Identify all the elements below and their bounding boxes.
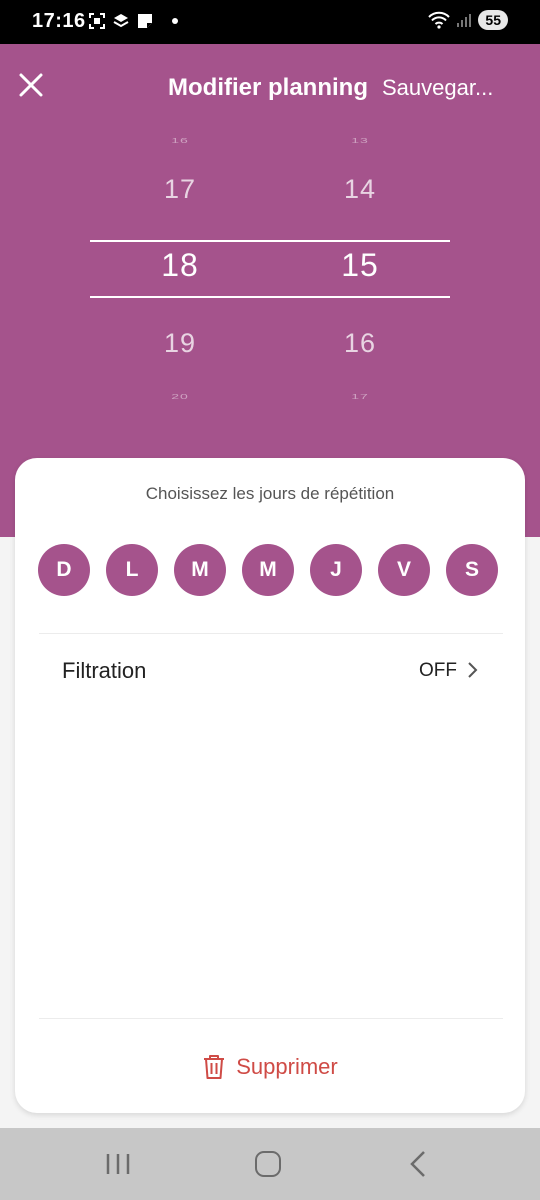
chevron-right-icon xyxy=(468,662,478,678)
navigation-bar xyxy=(0,1128,540,1200)
day-toggle-sunday[interactable]: D xyxy=(38,544,90,596)
hour-picker[interactable]: 16 17 18 19 20 xyxy=(120,124,240,414)
day-toggle-wednesday[interactable]: M xyxy=(242,544,294,596)
selection-line-bottom xyxy=(90,296,450,298)
battery-indicator: 55 xyxy=(478,10,508,30)
day-toggle-saturday[interactable]: S xyxy=(446,544,498,596)
minute-option[interactable]: 14 xyxy=(300,174,420,205)
status-icons-left xyxy=(88,12,178,30)
home-icon[interactable] xyxy=(255,1151,281,1177)
divider xyxy=(39,1018,503,1019)
recent-apps-icon[interactable] xyxy=(104,1152,132,1176)
layers-icon xyxy=(113,14,129,28)
delete-button[interactable]: Supprimer xyxy=(15,1050,525,1084)
signal-icon xyxy=(457,14,472,27)
page-title: Modifier planning xyxy=(168,74,368,101)
day-toggle-tuesday[interactable]: M xyxy=(174,544,226,596)
day-toggle-friday[interactable]: V xyxy=(378,544,430,596)
day-toggle-thursday[interactable]: J xyxy=(310,544,362,596)
status-time: 17:16 xyxy=(32,10,86,32)
back-icon[interactable] xyxy=(408,1150,428,1178)
hour-option[interactable]: 19 xyxy=(120,328,240,359)
minute-picker[interactable]: 13 14 15 16 17 xyxy=(300,124,420,414)
delete-label: Supprimer xyxy=(236,1054,338,1079)
hour-selected[interactable]: 18 xyxy=(120,247,240,284)
repeat-days-title: Choisissez les jours de répétition xyxy=(145,484,395,503)
status-icons-right: 55 xyxy=(428,10,508,30)
hour-option[interactable]: 17 xyxy=(120,174,240,205)
minute-option[interactable]: 13 xyxy=(300,136,420,145)
minute-selected[interactable]: 15 xyxy=(300,247,420,284)
close-button[interactable] xyxy=(14,68,48,102)
note-icon xyxy=(138,14,152,28)
notification-dot xyxy=(172,18,178,24)
filtration-row[interactable]: Filtration OFF xyxy=(39,634,503,706)
selection-line-top xyxy=(90,240,450,242)
minute-option[interactable]: 16 xyxy=(300,328,420,359)
hour-option[interactable]: 16 xyxy=(120,136,240,145)
schedule-sheet: Choisissez les jours de répétition D L M… xyxy=(15,458,525,1113)
status-bar: 17:16 55 xyxy=(0,0,540,44)
filtration-label: Filtration xyxy=(62,658,147,683)
day-toggle-monday[interactable]: L xyxy=(106,544,158,596)
close-icon xyxy=(19,73,43,97)
repeat-days: D L M M J V S xyxy=(38,544,498,596)
minute-option[interactable]: 17 xyxy=(300,392,420,401)
screenshot-icon xyxy=(89,13,105,29)
wifi-icon xyxy=(428,11,451,29)
filtration-value: OFF xyxy=(419,660,457,681)
save-button[interactable]: Sauvegar... xyxy=(382,75,500,101)
trash-icon xyxy=(204,1055,225,1079)
hour-option[interactable]: 20 xyxy=(120,392,240,401)
